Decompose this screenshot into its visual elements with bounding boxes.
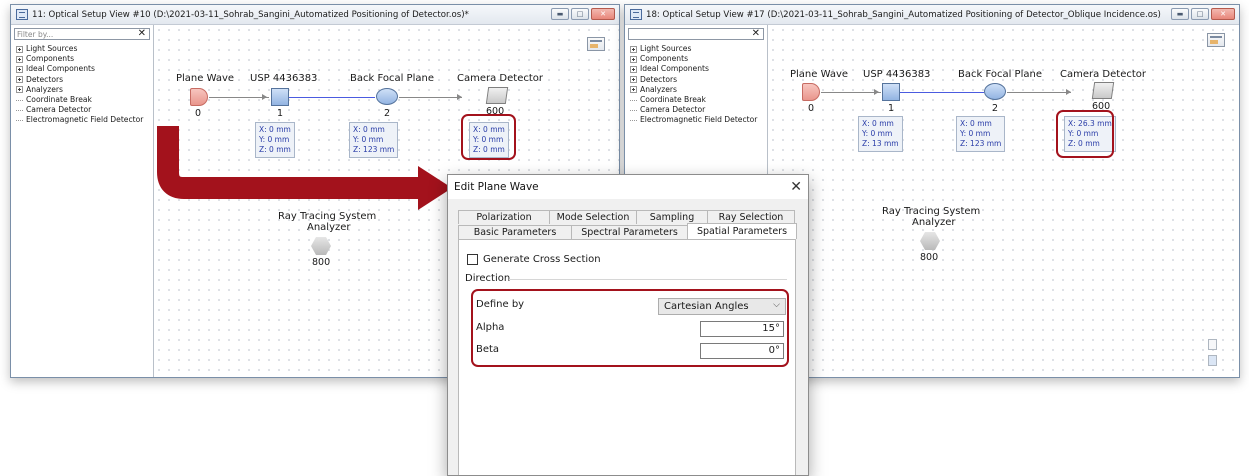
tab-row-2: Basic Parameters Spectral Parameters Spa… [458,223,797,239]
tab-basic-parameters[interactable]: Basic Parameters [458,225,572,239]
spatial-parameters-panel: Generate Cross Section Direction Define … [458,239,796,475]
direction-group-label: Direction [465,273,511,284]
edit-plane-wave-dialog: Edit Plane Wave ✕ Polarization Mode Sele… [447,174,809,476]
direction-group: Direction [465,273,787,284]
dialog-titlebar[interactable]: Edit Plane Wave ✕ [448,175,808,199]
tab-ray-selection[interactable]: Ray Selection [707,210,795,224]
tab-sampling[interactable]: Sampling [636,210,708,224]
checkbox-icon[interactable] [467,254,478,265]
tab-polarization[interactable]: Polarization [458,210,550,224]
group-divider [509,279,787,280]
generate-cross-section-label: Generate Cross Section [483,254,601,265]
dialog-title: Edit Plane Wave [454,181,539,193]
generate-cross-section-checkbox[interactable]: Generate Cross Section [467,254,601,265]
tab-spectral-parameters[interactable]: Spectral Parameters [571,225,688,239]
direction-parameters-highlight [471,289,789,367]
tab-mode-selection[interactable]: Mode Selection [549,210,637,224]
close-icon[interactable]: ✕ [790,179,802,195]
tab-spatial-parameters[interactable]: Spatial Parameters [687,223,797,239]
tab-row-1: Polarization Mode Selection Sampling Ray… [458,210,795,224]
